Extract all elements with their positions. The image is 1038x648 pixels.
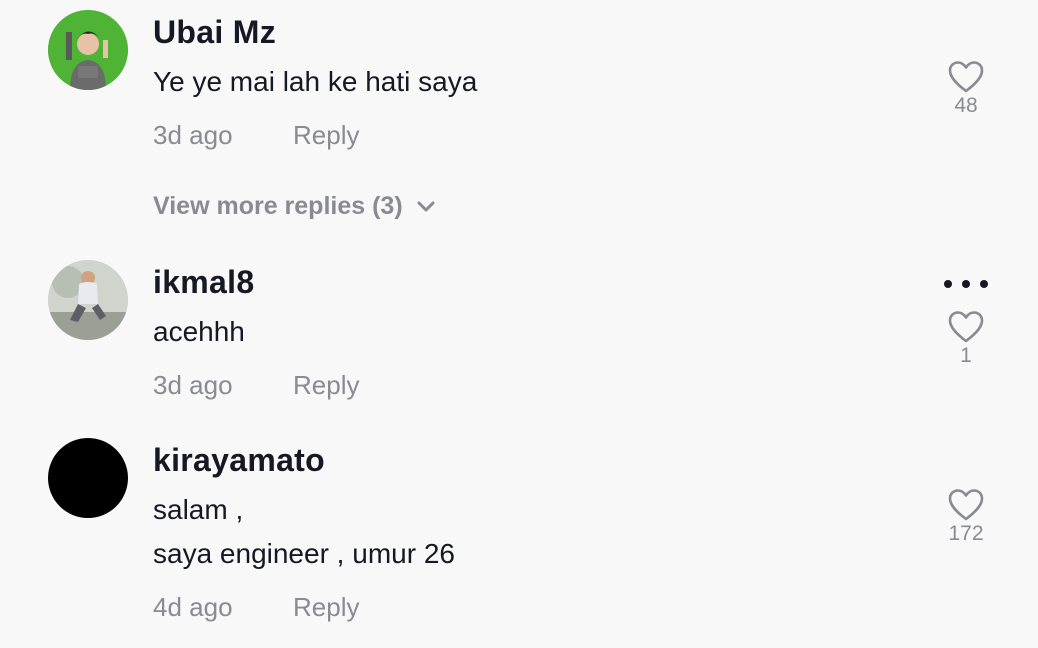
reply-button[interactable]: Reply: [293, 592, 359, 623]
heart-outline-icon: [948, 489, 984, 521]
comment-username[interactable]: kirayamato: [153, 442, 325, 479]
avatar[interactable]: [48, 438, 128, 518]
comment-item: kirayamato salam , saya engineer , umur …: [0, 0, 1038, 648]
comment-time: 4d ago: [153, 592, 233, 622]
like-button[interactable]: 172: [936, 488, 996, 546]
like-count: 172: [948, 522, 984, 545]
comment-text: saya engineer , umur 26: [153, 538, 455, 569]
comment-text: salam ,: [153, 494, 244, 525]
